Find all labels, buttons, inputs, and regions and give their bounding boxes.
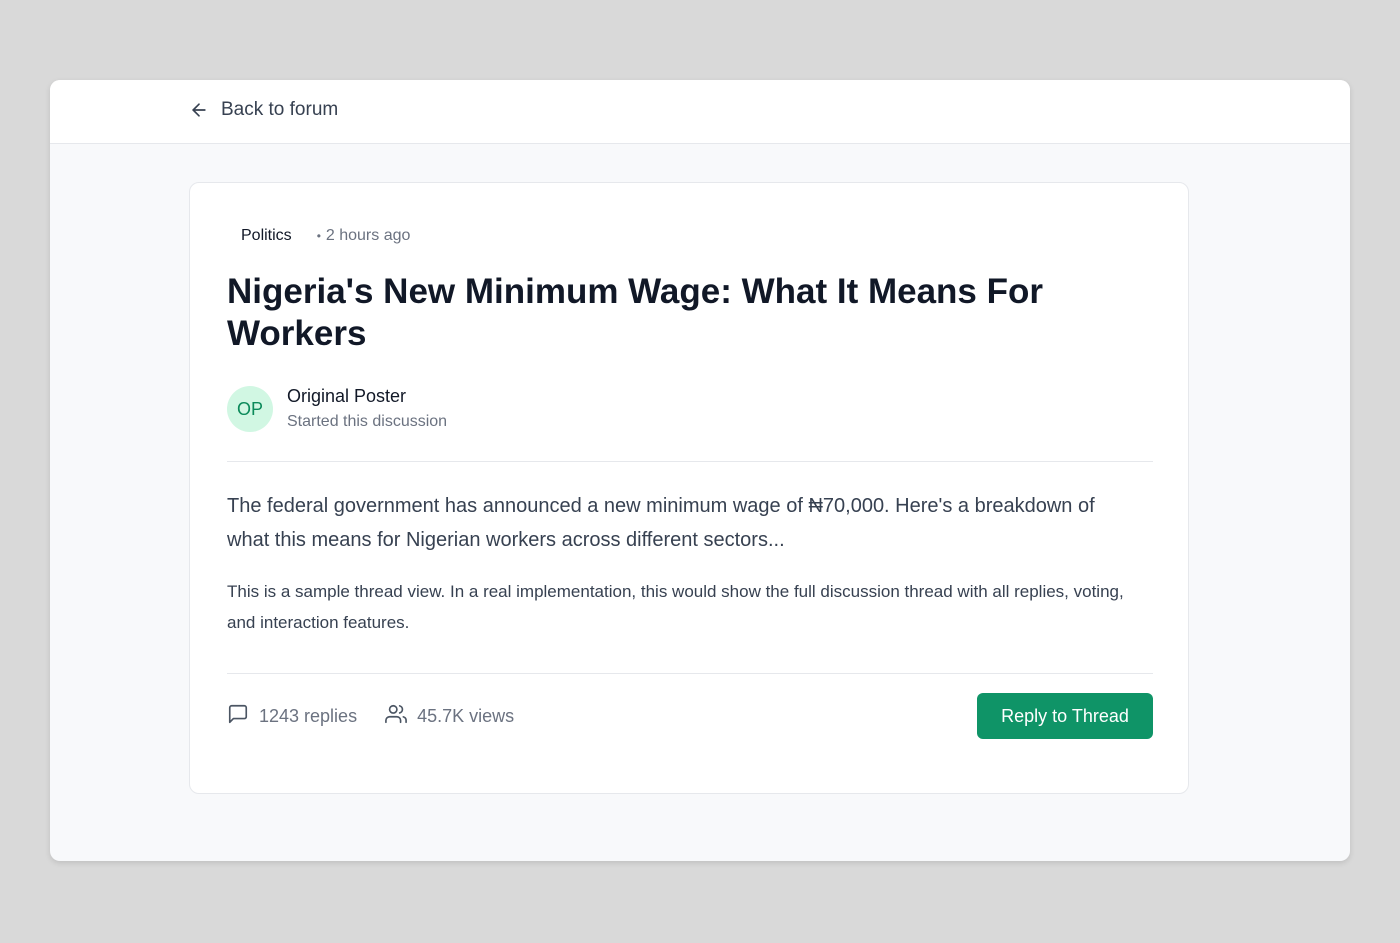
message-square-icon bbox=[227, 703, 249, 730]
author-name[interactable]: Original Poster bbox=[287, 385, 447, 407]
back-link-label: Back to forum bbox=[221, 99, 339, 120]
author-subtitle: Started this discussion bbox=[287, 413, 448, 430]
meta-separator: • bbox=[316, 229, 321, 243]
views-stat: 45.7K views bbox=[385, 703, 514, 730]
replies-stat: 1243 replies bbox=[227, 703, 357, 730]
app-window: Back to forum Politics • 2 hours ago Nig… bbox=[50, 80, 1350, 861]
replies-count: 1243 replies bbox=[259, 705, 358, 726]
arrow-left-icon bbox=[189, 100, 209, 120]
divider bbox=[227, 673, 1153, 674]
back-to-forum-link[interactable]: Back to forum bbox=[189, 99, 338, 121]
category-badge[interactable]: Politics bbox=[241, 227, 292, 245]
users-icon bbox=[385, 703, 407, 730]
thread-lead: The federal government has announced a n… bbox=[227, 495, 1095, 551]
thread-body: This is a sample thread view. In a real … bbox=[227, 582, 1124, 632]
author-info: OP Original Poster Started this discussi… bbox=[227, 385, 447, 433]
thread-title: Nigeria's New Minimum Wage: What It Mean… bbox=[227, 272, 1044, 353]
top-bar: Back to forum bbox=[50, 80, 1350, 144]
thread-card: Politics • 2 hours ago Nigeria's New Min… bbox=[189, 182, 1189, 794]
views-count: 45.7K views bbox=[417, 705, 515, 726]
post-time: 2 hours ago bbox=[325, 227, 411, 244]
reply-to-thread-button[interactable]: Reply to Thread bbox=[977, 693, 1153, 739]
thread-footer: 1243 replies 45.7K views Reply to Thread bbox=[227, 693, 1153, 739]
author-text: Original Poster Started this discussion bbox=[287, 385, 447, 433]
divider bbox=[227, 461, 1153, 462]
avatar[interactable]: OP bbox=[227, 386, 273, 432]
thread-meta: Politics • 2 hours ago bbox=[241, 227, 410, 245]
